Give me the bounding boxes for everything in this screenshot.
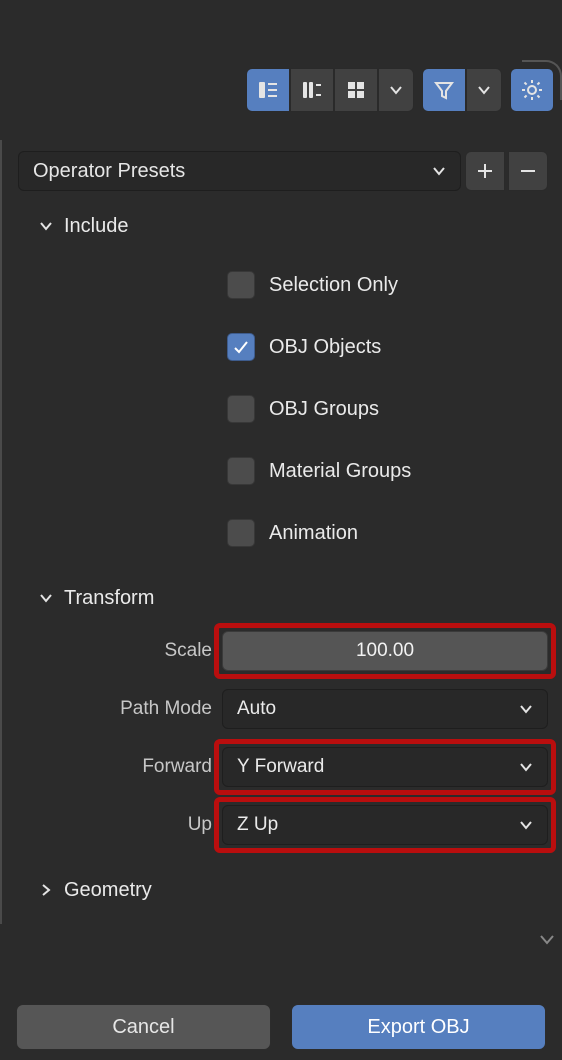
thumbnails-large-icon bbox=[301, 79, 323, 101]
filter-dropdown-button[interactable] bbox=[466, 68, 502, 112]
pathmode-label: Path Mode bbox=[12, 698, 212, 720]
display-mode-dropdown-button[interactable] bbox=[378, 68, 414, 112]
cancel-button-label: Cancel bbox=[112, 1016, 174, 1039]
chevron-down-icon bbox=[38, 590, 54, 606]
checkbox-animation[interactable] bbox=[227, 519, 255, 547]
label-material-groups: Material Groups bbox=[269, 460, 411, 483]
toolbar bbox=[0, 60, 562, 120]
section-title-include: Include bbox=[64, 215, 129, 238]
section-header-transform[interactable]: Transform bbox=[12, 574, 548, 622]
up-label: Up bbox=[12, 814, 212, 836]
chevron-right-icon bbox=[38, 882, 54, 898]
display-mode-thumbnails-small-button[interactable] bbox=[246, 68, 290, 112]
preset-remove-button[interactable] bbox=[508, 151, 548, 191]
check-icon bbox=[232, 338, 250, 356]
up-dropdown[interactable]: Z Up bbox=[222, 805, 548, 845]
label-animation: Animation bbox=[269, 522, 358, 545]
scale-value: 100.00 bbox=[356, 640, 414, 662]
chevron-down-icon bbox=[519, 818, 533, 832]
filter-group bbox=[422, 68, 502, 112]
scale-label: Scale bbox=[12, 640, 212, 662]
filter-button[interactable] bbox=[422, 68, 466, 112]
plus-icon bbox=[476, 162, 494, 180]
chevron-down-icon bbox=[519, 760, 533, 774]
pathmode-value: Auto bbox=[237, 698, 276, 720]
checkbox-selection-only[interactable] bbox=[227, 271, 255, 299]
scale-field[interactable]: 100.00 bbox=[222, 631, 548, 671]
footer: Cancel Export OBJ bbox=[0, 1004, 562, 1050]
include-options: Selection Only OBJ Objects OBJ Groups Ma… bbox=[12, 250, 548, 574]
label-obj-groups: OBJ Groups bbox=[269, 398, 379, 421]
section-header-geometry[interactable]: Geometry bbox=[12, 866, 548, 914]
chevron-down-icon bbox=[477, 83, 491, 97]
export-button[interactable]: Export OBJ bbox=[291, 1004, 546, 1050]
checkbox-obj-groups[interactable] bbox=[227, 395, 255, 423]
up-value: Z Up bbox=[237, 814, 278, 836]
label-obj-objects: OBJ Objects bbox=[269, 336, 381, 359]
grid-icon bbox=[345, 79, 367, 101]
checkbox-obj-objects[interactable] bbox=[227, 333, 255, 361]
window-corner bbox=[522, 60, 562, 100]
section-header-include[interactable]: Include bbox=[12, 202, 548, 250]
chevron-down-icon bbox=[389, 83, 403, 97]
section-title-transform: Transform bbox=[64, 587, 154, 610]
checkbox-material-groups[interactable] bbox=[227, 457, 255, 485]
cancel-button[interactable]: Cancel bbox=[16, 1004, 271, 1050]
forward-label: Forward bbox=[12, 756, 212, 778]
pathmode-dropdown[interactable]: Auto bbox=[222, 689, 548, 729]
chevron-down-icon bbox=[38, 218, 54, 234]
scroll-indicator bbox=[538, 930, 556, 954]
minus-icon bbox=[519, 162, 537, 180]
thumbnails-small-icon bbox=[257, 79, 279, 101]
section-title-geometry: Geometry bbox=[64, 879, 152, 902]
chevron-down-icon bbox=[538, 930, 556, 948]
chevron-down-icon bbox=[432, 164, 446, 178]
chevron-down-icon bbox=[519, 702, 533, 716]
display-mode-group bbox=[246, 68, 414, 112]
funnel-icon bbox=[433, 79, 455, 101]
export-button-label: Export OBJ bbox=[367, 1016, 469, 1039]
operator-presets-dropdown[interactable]: Operator Presets bbox=[18, 151, 461, 191]
label-selection-only: Selection Only bbox=[269, 274, 398, 297]
preset-add-button[interactable] bbox=[465, 151, 505, 191]
operator-presets-label: Operator Presets bbox=[33, 160, 185, 183]
display-mode-thumbnails-large-button[interactable] bbox=[290, 68, 334, 112]
display-mode-grid-button[interactable] bbox=[334, 68, 378, 112]
forward-value: Y Forward bbox=[237, 756, 324, 778]
forward-dropdown[interactable]: Y Forward bbox=[222, 747, 548, 787]
transform-options: Scale 100.00 Path Mode Auto bbox=[12, 622, 548, 860]
options-panel: Operator Presets Include Selection Only bbox=[0, 140, 558, 924]
